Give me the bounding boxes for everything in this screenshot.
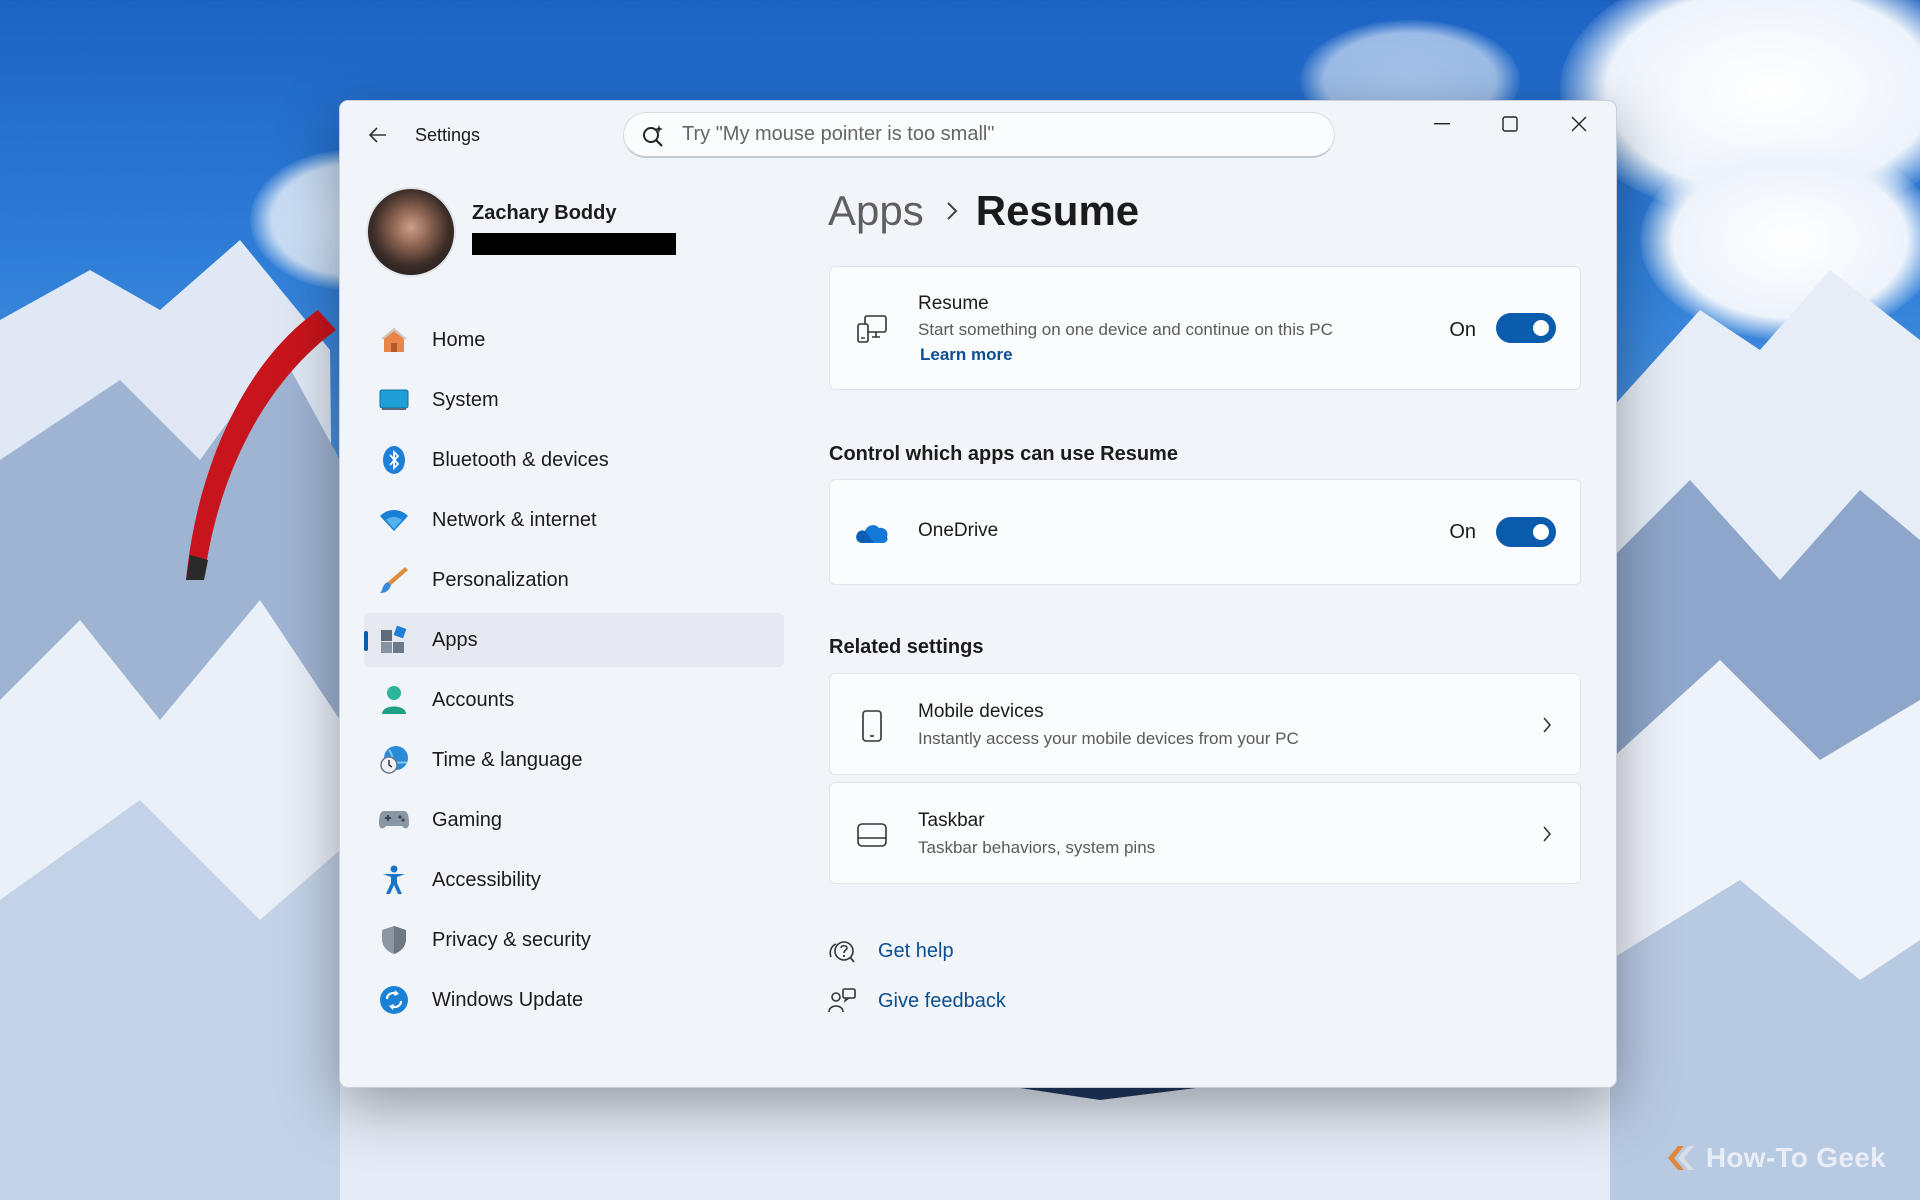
system-icon bbox=[378, 384, 410, 416]
maximize-button[interactable] bbox=[1476, 101, 1544, 147]
sidebar-item-personalization[interactable]: Personalization bbox=[364, 553, 784, 607]
taskbar-title: Taskbar bbox=[918, 810, 985, 831]
search-box[interactable] bbox=[623, 112, 1335, 158]
profile-name: Zachary Boddy bbox=[472, 201, 617, 224]
sidebar-item-label: Network & internet bbox=[432, 508, 597, 531]
user-profile[interactable]: Zachary Boddy bbox=[366, 187, 676, 277]
sidebar-item-accounts[interactable]: Accounts bbox=[364, 673, 784, 727]
sidebar-item-label: Accounts bbox=[432, 688, 515, 711]
sidebar-item-label: Accessibility bbox=[432, 868, 541, 891]
resume-description: Start something on one device and contin… bbox=[918, 320, 1333, 339]
gamepad-icon bbox=[378, 804, 410, 836]
apps-icon bbox=[378, 624, 410, 656]
phone-icon bbox=[854, 708, 890, 744]
minimize-button[interactable] bbox=[1408, 101, 1476, 147]
minimize-icon bbox=[1434, 123, 1450, 125]
taskbar-description: Taskbar behaviors, system pins bbox=[918, 838, 1156, 857]
related-section-title: Related settings bbox=[829, 636, 984, 658]
chevron-right-icon bbox=[1542, 825, 1552, 843]
give-feedback-row[interactable]: Give feedback bbox=[828, 987, 1006, 1015]
bluetooth-icon bbox=[378, 444, 410, 476]
taskbar-icon bbox=[854, 817, 890, 853]
toggle-knob bbox=[1533, 320, 1549, 336]
sidebar-item-privacy[interactable]: Privacy & security bbox=[364, 913, 784, 967]
sidebar-item-label: Windows Update bbox=[432, 988, 584, 1011]
sidebar-item-label: Time & language bbox=[432, 748, 583, 771]
sidebar-item-label: System bbox=[432, 388, 499, 411]
resume-toggle-label: On bbox=[1449, 319, 1476, 341]
chevron-right-icon bbox=[946, 201, 958, 221]
sidebar-item-apps[interactable]: Apps bbox=[364, 613, 784, 667]
watermark-logo-icon bbox=[1667, 1146, 1694, 1170]
learn-more-link[interactable]: Learn more bbox=[920, 345, 1013, 365]
redacted-email bbox=[472, 232, 676, 255]
get-help-link[interactable]: Get help bbox=[878, 940, 954, 963]
back-button[interactable] bbox=[358, 117, 398, 153]
home-icon bbox=[378, 324, 410, 356]
watermark-text: How-To Geek bbox=[1705, 1142, 1886, 1173]
close-button[interactable] bbox=[1545, 101, 1613, 147]
sidebar-item-label: Apps bbox=[432, 628, 478, 651]
search-input[interactable] bbox=[682, 123, 1302, 146]
onedrive-icon bbox=[854, 515, 890, 551]
search-icon bbox=[643, 124, 663, 147]
toggle-knob bbox=[1533, 524, 1549, 540]
sidebar-item-label: Bluetooth & devices bbox=[432, 448, 609, 471]
title-bar: Settings bbox=[340, 101, 1616, 169]
shield-icon bbox=[378, 924, 410, 956]
paraglider bbox=[186, 310, 336, 580]
sidebar-item-network[interactable]: Network & internet bbox=[364, 493, 784, 547]
accessibility-icon bbox=[378, 864, 410, 896]
maximize-icon bbox=[1502, 116, 1518, 132]
give-feedback-link[interactable]: Give feedback bbox=[878, 990, 1006, 1013]
sidebar-item-time-language[interactable]: Time & language bbox=[364, 733, 784, 787]
onedrive-toggle-label: On bbox=[1449, 521, 1476, 543]
sidebar-item-label: Personalization bbox=[432, 568, 569, 591]
sidebar-item-gaming[interactable]: Gaming bbox=[364, 793, 784, 847]
resume-toggle[interactable] bbox=[1496, 313, 1556, 343]
onedrive-card: OneDrive On bbox=[829, 479, 1581, 585]
page-title: Resume bbox=[975, 187, 1140, 234]
mobile-devices-description: Instantly access your mobile devices fro… bbox=[918, 729, 1299, 748]
onedrive-label: OneDrive bbox=[918, 520, 999, 541]
sidebar-nav: Home System Bluetooth & devices Network … bbox=[364, 313, 784, 1033]
sidebar-item-label: Privacy & security bbox=[432, 928, 591, 951]
help-icon bbox=[828, 937, 856, 965]
sidebar-item-accessibility[interactable]: Accessibility bbox=[364, 853, 784, 907]
chevron-right-icon bbox=[1542, 716, 1552, 734]
mobile-devices-title: Mobile devices bbox=[918, 701, 1044, 722]
account-icon bbox=[378, 684, 410, 716]
back-arrow-icon bbox=[369, 127, 386, 143]
sidebar-item-home[interactable]: Home bbox=[364, 313, 784, 367]
feedback-icon bbox=[828, 987, 856, 1015]
onedrive-toggle[interactable] bbox=[1496, 517, 1556, 547]
update-icon bbox=[378, 984, 410, 1016]
control-section-title: Control which apps can use Resume bbox=[829, 443, 1178, 465]
watermark: How-To Geek bbox=[1664, 1142, 1886, 1174]
sidebar-item-bluetooth[interactable]: Bluetooth & devices bbox=[364, 433, 784, 487]
resume-title: Resume bbox=[918, 293, 989, 314]
taskbar-card[interactable]: Taskbar Taskbar behaviors, system pins bbox=[829, 782, 1581, 884]
avatar bbox=[366, 187, 456, 277]
app-title: Settings bbox=[415, 125, 481, 145]
mobile-devices-card[interactable]: Mobile devices Instantly access your mob… bbox=[829, 673, 1581, 775]
settings-window: Settings Zachary Boddy bbox=[339, 100, 1617, 1088]
sidebar-item-windows-update[interactable]: Windows Update bbox=[364, 973, 784, 1027]
brush-icon bbox=[378, 564, 410, 596]
get-help-row[interactable]: Get help bbox=[828, 937, 954, 965]
resume-card: Resume Start something on one device and… bbox=[829, 266, 1581, 390]
sidebar-item-label: Home bbox=[432, 328, 486, 351]
globe-clock-icon bbox=[378, 744, 410, 776]
close-icon bbox=[1571, 116, 1587, 132]
sidebar-item-label: Gaming bbox=[432, 808, 503, 831]
wifi-icon bbox=[378, 504, 410, 536]
breadcrumb: Apps Resume bbox=[828, 187, 1139, 235]
devices-icon bbox=[854, 311, 890, 347]
sidebar-item-system[interactable]: System bbox=[364, 373, 784, 427]
breadcrumb-parent[interactable]: Apps bbox=[828, 187, 924, 235]
